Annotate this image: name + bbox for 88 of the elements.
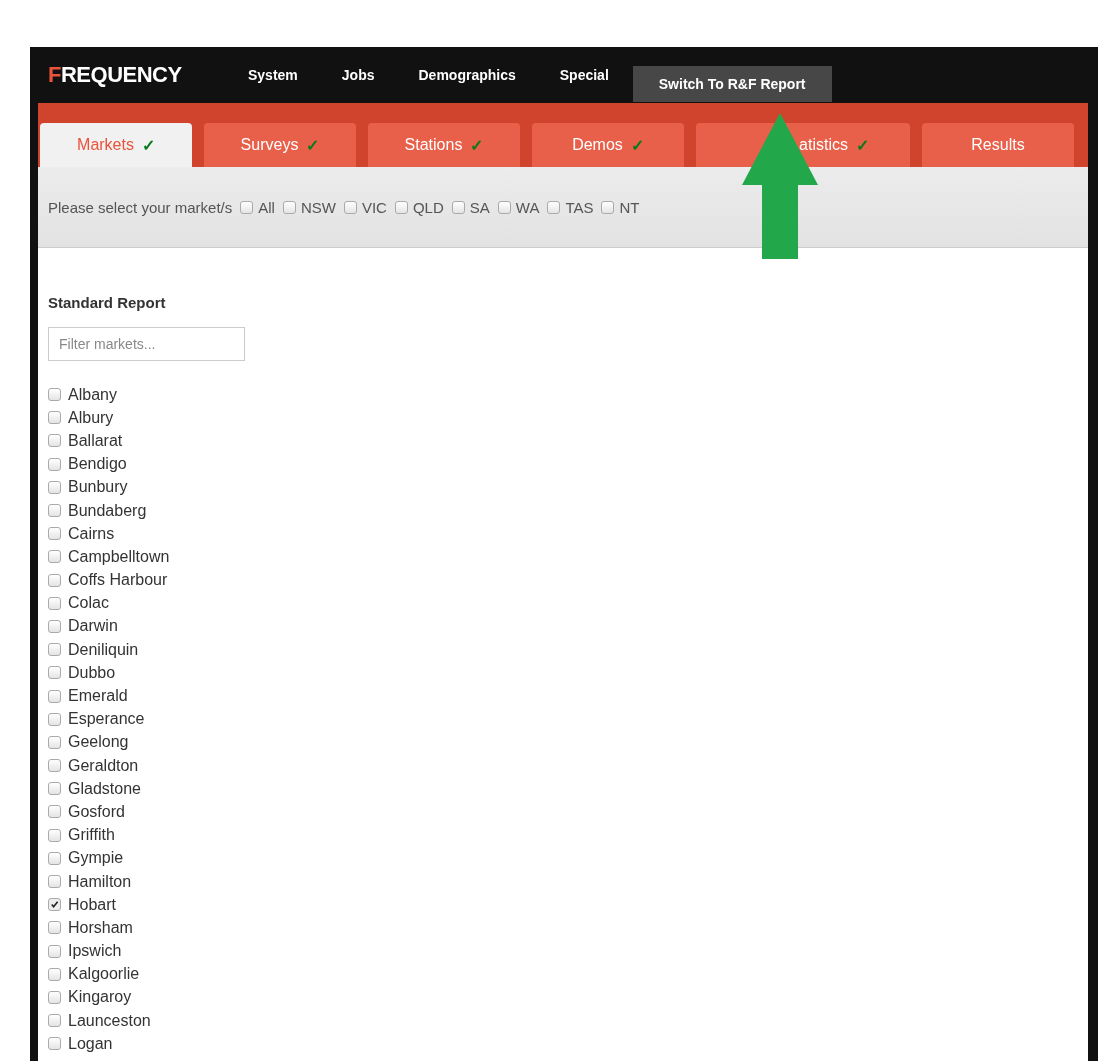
market-label: Ballarat [68, 431, 123, 450]
market-label: Colac [68, 594, 109, 613]
checkbox-label: All [258, 198, 275, 216]
checkbox[interactable] [48, 527, 61, 541]
checkbox[interactable] [48, 550, 61, 564]
checkbox[interactable] [48, 735, 61, 749]
nav-link[interactable]: Special [559, 67, 609, 83]
market-label: Hamilton [68, 872, 132, 891]
checkbox[interactable] [48, 689, 61, 703]
checkbox-label: NSW [300, 198, 336, 216]
nav-link[interactable]: System [248, 67, 298, 83]
checkbox[interactable] [48, 411, 61, 425]
checkbox[interactable] [48, 875, 61, 889]
checkbox[interactable] [48, 643, 61, 657]
market-label: Griffith [68, 826, 115, 845]
tab[interactable]: Stations ✓ [368, 123, 520, 167]
market-label: Gympie [68, 849, 124, 868]
market-label: Coffs Harbour [68, 571, 168, 590]
market-label: Ipswich [68, 942, 122, 961]
checkbox[interactable] [48, 434, 61, 448]
market-label: Deniliquin [68, 640, 139, 659]
checkbox[interactable] [48, 1014, 61, 1028]
checkbox[interactable] [48, 573, 61, 587]
checkbox[interactable] [48, 480, 61, 494]
checkbox[interactable] [48, 759, 61, 773]
checkbox[interactable] [48, 619, 61, 633]
checkbox[interactable] [48, 712, 61, 726]
tab[interactable]: Demos ✓ [532, 123, 684, 167]
market-label: Emerald [68, 687, 128, 706]
market-label: Cairns [68, 524, 115, 543]
checkbox[interactable] [48, 828, 61, 842]
nav-link[interactable]: Demographics [418, 67, 516, 83]
checkbox[interactable] [48, 805, 61, 819]
checkbox[interactable] [240, 200, 254, 214]
market-label: Campbelltown [68, 547, 170, 566]
market-label: Bendigo [68, 455, 127, 474]
checkbox[interactable] [48, 967, 61, 981]
market-label: Logan [68, 1034, 113, 1053]
logo: FREQUENCY [48, 62, 183, 88]
checkbox-label: VIC [361, 198, 387, 216]
checkbox[interactable] [48, 1037, 61, 1051]
checkbox-label: TAS [565, 198, 594, 216]
market-label: Geelong [68, 733, 129, 752]
market-label: Horsham [68, 918, 133, 937]
market-label: Launceston [68, 1011, 151, 1030]
market-label: Dubbo [68, 663, 116, 682]
checkbox[interactable] [48, 666, 61, 680]
checkbox[interactable] [601, 200, 615, 214]
checkbox[interactable] [497, 200, 511, 214]
checkbox[interactable] [48, 457, 61, 471]
checkbox-label: NT [619, 198, 640, 216]
market-label: Gosford [68, 802, 125, 821]
checkbox[interactable] [48, 990, 61, 1004]
checkbox[interactable] [48, 782, 61, 796]
market-label: Albury [68, 408, 114, 427]
section-title: Standard Report [48, 294, 167, 311]
filter-field[interactable]: Filter markets... [48, 327, 245, 361]
checkbox[interactable] [48, 944, 61, 958]
market-label: Kalgoorlie [68, 965, 140, 984]
prompt-text: Please select your market/s [48, 198, 233, 216]
checkbox-label: QLD [412, 198, 444, 216]
market-label: Bunbury [68, 478, 128, 497]
market-label: Kingaroy [68, 988, 132, 1007]
checkbox[interactable] [48, 851, 61, 865]
checkbox[interactable] [451, 200, 465, 214]
market-label: Esperance [68, 710, 145, 729]
nav-link[interactable]: Switch To R&F Report [632, 66, 832, 102]
tab[interactable]: Markets ✓ [40, 123, 192, 167]
checkbox[interactable] [394, 200, 408, 214]
market-label: Hobart [68, 895, 117, 914]
market-label: Gladstone [68, 779, 141, 798]
checkbox-label: WA [515, 198, 540, 216]
market-label: Albany [68, 385, 117, 404]
checkbox[interactable] [282, 200, 296, 214]
market-label: Bundaberg [68, 501, 147, 520]
tab[interactable]: Results [922, 123, 1074, 167]
tab[interactable]: Surveys ✓ [204, 123, 356, 167]
market-label: Geraldton [68, 756, 139, 775]
checkbox-label: SA [469, 198, 490, 216]
nav-link[interactable]: Jobs [341, 67, 375, 83]
checkbox[interactable] [48, 504, 61, 518]
checkbox[interactable] [48, 898, 61, 912]
checkbox[interactable] [48, 388, 61, 402]
checkbox[interactable] [343, 200, 357, 214]
checkbox[interactable] [48, 596, 61, 610]
checkbox[interactable] [547, 200, 561, 214]
checkbox[interactable] [48, 921, 61, 935]
market-label: Darwin [68, 617, 118, 636]
